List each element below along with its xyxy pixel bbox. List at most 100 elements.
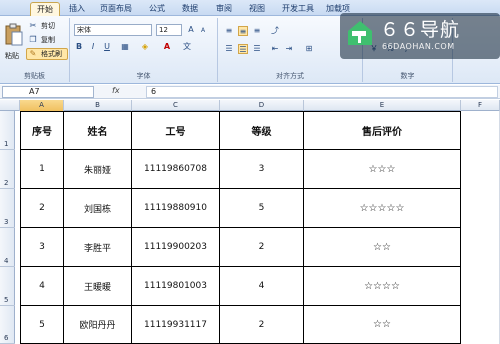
row-header-column: 1 2 3 4 5 6	[0, 111, 15, 344]
row-header-6[interactable]: 6	[0, 306, 15, 344]
table-cell[interactable]: 3	[21, 228, 64, 267]
row-header-5[interactable]: 5	[0, 267, 15, 306]
brush-icon: ✎	[29, 49, 37, 58]
bold-button[interactable]: B	[74, 42, 84, 52]
copy-icon: ❐	[29, 35, 37, 44]
rating-cell[interactable]: ☆☆☆☆	[304, 267, 461, 306]
table-cell[interactable]: 朱丽娅	[64, 150, 132, 189]
rating-cell[interactable]: ☆☆	[304, 228, 461, 267]
font-group: 宋体 12 A A B I U ▦ ◈ A 文 字体	[70, 18, 218, 82]
row-header-4[interactable]: 4	[0, 228, 15, 267]
tab-view[interactable]: 视图	[243, 2, 271, 16]
paste-icon	[5, 23, 23, 46]
orientation-icon[interactable]: ⤴	[270, 26, 280, 36]
format-painter-button[interactable]: ✎ 格式刷	[26, 48, 68, 60]
table-cell[interactable]: 刘国栋	[64, 189, 132, 228]
formula-bar: A7 fx 6	[0, 85, 500, 99]
table-cell[interactable]: 4	[21, 267, 64, 306]
tab-page-layout[interactable]: 页面布局	[94, 2, 138, 16]
clipboard-group-label: 剪贴板	[24, 72, 45, 80]
table-cell[interactable]: 1	[21, 150, 64, 189]
table-cell[interactable]: 4	[220, 267, 304, 306]
table-cell[interactable]: 5	[21, 306, 64, 344]
signpost-logo-icon	[348, 21, 372, 45]
fill-color-icon[interactable]: ◈	[140, 42, 150, 52]
paste-button[interactable]: 粘贴	[2, 20, 24, 66]
table-cell[interactable]: 11119801003	[132, 267, 220, 306]
align-left-icon[interactable]: ☰	[224, 44, 234, 54]
row-header-2[interactable]: 2	[0, 150, 15, 189]
align-top-icon[interactable]: ≡	[224, 26, 234, 36]
header-cell-rating[interactable]: 售后评价	[304, 112, 461, 150]
italic-button[interactable]: I	[88, 42, 98, 52]
align-middle-icon[interactable]: ≡	[238, 26, 248, 36]
watermark-url: 66DAOHAN.COM	[382, 42, 455, 51]
table-cell[interactable]: 11119860708	[132, 150, 220, 189]
underline-button[interactable]: U	[102, 42, 112, 52]
font-size-select[interactable]: 12	[156, 24, 182, 36]
column-header-e[interactable]: E	[304, 100, 461, 111]
tab-insert[interactable]: 插入	[63, 2, 91, 16]
shrink-font-icon[interactable]: A	[198, 26, 208, 36]
alignment-group-label: 对齐方式	[276, 72, 304, 80]
rating-cell[interactable]: ☆☆	[304, 306, 461, 344]
tab-developer[interactable]: 开发工具	[276, 2, 320, 16]
font-color-icon[interactable]: A	[162, 42, 172, 52]
number-group-label: 数字	[400, 72, 415, 80]
tab-data[interactable]: 数据	[176, 2, 204, 16]
align-right-icon[interactable]: ☰	[252, 44, 262, 54]
table-cell[interactable]: 11119900203	[132, 228, 220, 267]
name-box[interactable]: A7	[2, 86, 94, 98]
header-cell-employee-id[interactable]: 工号	[132, 112, 220, 150]
column-header-b[interactable]: B	[64, 100, 132, 111]
font-group-label: 字体	[136, 72, 151, 80]
insert-function-icon[interactable]: fx	[112, 86, 120, 95]
cut-label: 剪切	[41, 22, 55, 30]
decrease-indent-icon[interactable]: ⇤	[270, 44, 280, 54]
column-header-row: A B C D E F	[0, 100, 500, 111]
site-watermark: ６６导航 66DAOHAN.COM	[340, 13, 500, 59]
header-cell-name[interactable]: 姓名	[64, 112, 132, 150]
font-name-select[interactable]: 宋体	[74, 24, 152, 36]
copy-button[interactable]: ❐ 复制	[26, 34, 68, 46]
border-icon[interactable]: ▦	[120, 42, 130, 52]
rating-cell[interactable]: ☆☆☆	[304, 150, 461, 189]
clipboard-group: 粘贴 ✂ 剪切 ❐ 复制 ✎ 格式刷 剪贴板	[0, 18, 70, 82]
table-cell[interactable]: 李胜平	[64, 228, 132, 267]
increase-indent-icon[interactable]: ⇥	[284, 44, 294, 54]
table-cell[interactable]: 11119931117	[132, 306, 220, 344]
column-header-a[interactable]: A	[20, 100, 64, 111]
table-cell[interactable]: 2	[220, 228, 304, 267]
table-cell[interactable]: 2	[220, 306, 304, 344]
row-header-3[interactable]: 3	[0, 189, 15, 228]
merge-center-icon[interactable]: ⊞	[304, 44, 314, 54]
align-bottom-icon[interactable]: ≡	[252, 26, 262, 36]
table-cell[interactable]: 欧阳丹丹	[64, 306, 132, 344]
cut-button[interactable]: ✂ 剪切	[26, 20, 68, 32]
column-header-f[interactable]: F	[461, 100, 500, 111]
column-header-d[interactable]: D	[220, 100, 304, 111]
rating-cell[interactable]: ☆☆☆☆☆	[304, 189, 461, 228]
grow-font-icon[interactable]: A	[186, 25, 196, 35]
table-cell[interactable]: 3	[220, 150, 304, 189]
select-all-corner[interactable]	[0, 100, 20, 111]
formula-input[interactable]: 6	[146, 86, 498, 98]
table-cell[interactable]: 5	[220, 189, 304, 228]
column-header-c[interactable]: C	[132, 100, 220, 111]
table-cell[interactable]: 王暖暖	[64, 267, 132, 306]
paste-label: 粘贴	[5, 52, 19, 60]
tab-formulas[interactable]: 公式	[143, 2, 171, 16]
tab-review[interactable]: 审阅	[210, 2, 238, 16]
format-painter-label: 格式刷	[41, 50, 62, 58]
phonetic-icon[interactable]: 文	[182, 42, 192, 52]
table-cell[interactable]: 2	[21, 189, 64, 228]
header-cell-level[interactable]: 等级	[220, 112, 304, 150]
header-cell-index[interactable]: 序号	[21, 112, 64, 150]
tab-home[interactable]: 开始	[30, 2, 60, 16]
table-cell[interactable]: 11119880910	[132, 189, 220, 228]
align-center-icon[interactable]: ☰	[238, 44, 248, 54]
scissors-icon: ✂	[29, 21, 37, 30]
watermark-title: ６６导航	[380, 19, 461, 41]
copy-label: 复制	[41, 36, 55, 44]
row-header-1[interactable]: 1	[0, 111, 15, 150]
